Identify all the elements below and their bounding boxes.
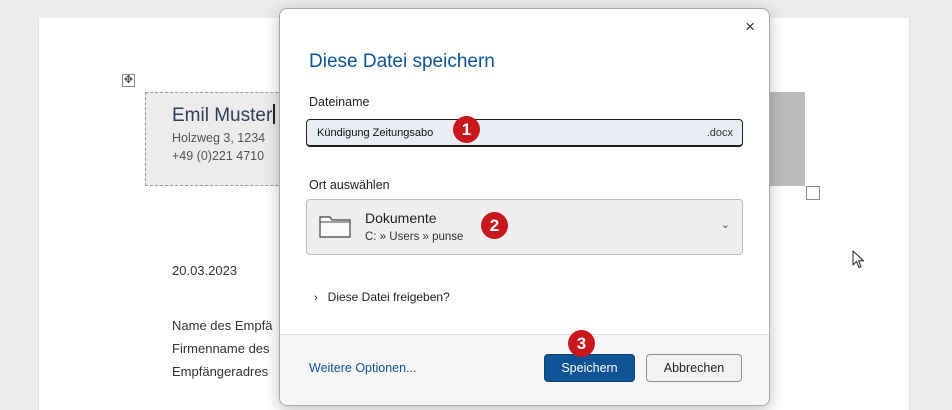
filename-value: Kündigung Zeitungsabo bbox=[317, 127, 434, 139]
more-options-link[interactable]: Weitere Optionen... bbox=[309, 361, 416, 375]
close-icon[interactable]: × bbox=[745, 17, 755, 37]
dialog-title: Diese Datei speichern bbox=[309, 51, 495, 72]
resize-handle[interactable] bbox=[806, 186, 820, 200]
share-label: Diese Datei freigeben? bbox=[327, 290, 450, 304]
save-button[interactable]: Speichern bbox=[544, 354, 635, 382]
step-badge-1: 1 bbox=[453, 116, 480, 143]
location-name: Dokumente bbox=[365, 210, 437, 226]
sender-street: Holzweg 3, 1234 bbox=[172, 131, 266, 145]
dialog-footer: Weitere Optionen... Speichern Abbrechen bbox=[280, 334, 769, 405]
mouse-pointer-icon bbox=[852, 250, 866, 275]
text-caret bbox=[273, 104, 275, 124]
chevron-down-icon[interactable]: ⌄ bbox=[721, 218, 730, 231]
textbox-selection-shade bbox=[770, 92, 805, 186]
share-toggle[interactable]: › Diese Datei freigeben? bbox=[314, 290, 450, 304]
location-path: C: » Users » punse bbox=[365, 231, 464, 243]
sender-name[interactable]: Emil Muster bbox=[172, 104, 275, 127]
location-label: Ort auswählen bbox=[309, 178, 390, 192]
chevron-right-icon: › bbox=[314, 292, 318, 304]
step-badge-2: 2 bbox=[481, 212, 508, 239]
save-dialog: × Diese Datei speichern Dateiname Kündig… bbox=[279, 8, 770, 406]
cancel-button[interactable]: Abbrechen bbox=[646, 354, 742, 382]
step-badge-3: 3 bbox=[568, 330, 595, 357]
filename-input[interactable]: Kündigung Zeitungsabo .docx bbox=[306, 119, 743, 147]
filename-extension: .docx bbox=[706, 127, 733, 139]
move-handle-icon[interactable]: ✥ bbox=[122, 74, 135, 87]
recipient-name: Name des Empfä bbox=[172, 318, 273, 333]
filename-label: Dateiname bbox=[309, 95, 370, 109]
location-dropdown[interactable]: Dokumente C: » Users » punse ⌄ bbox=[306, 199, 743, 255]
recipient-company: Firmenname des bbox=[172, 341, 270, 356]
sender-phone: +49 (0)221 4710 bbox=[172, 149, 265, 163]
recipient-address: Empfängeradres bbox=[172, 364, 269, 379]
folder-icon bbox=[319, 214, 351, 243]
letter-date: 20.03.2023 bbox=[172, 263, 238, 278]
